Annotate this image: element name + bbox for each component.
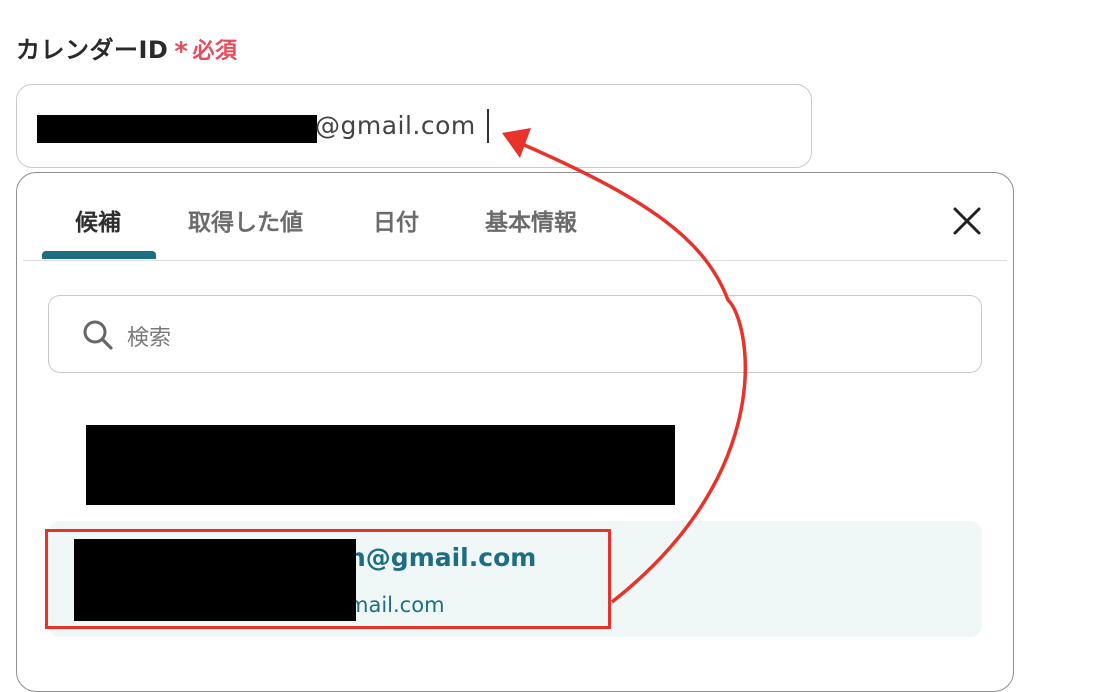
candidate-item-redacted[interactable] (86, 425, 675, 505)
calendar-id-label: カレンダーID * 必須 (16, 30, 238, 67)
text-caret (487, 109, 489, 143)
annotation-highlight-box (45, 529, 611, 629)
tab-basic-info[interactable]: 基本情報 (485, 203, 577, 237)
redacted-email-prefix (37, 115, 317, 143)
search-placeholder: 検索 (127, 326, 172, 351)
calendar-id-input-value: @gmail.com (315, 111, 476, 140)
close-icon[interactable] (951, 205, 983, 237)
search-icon (83, 320, 113, 350)
tab-candidates[interactable]: 候補 (75, 203, 121, 237)
tab-retrieved-values[interactable]: 取得した値 (188, 203, 303, 237)
calendar-id-input[interactable]: @gmail.com (16, 84, 812, 168)
required-text: 必須 (192, 39, 238, 64)
search-input[interactable]: 検索 (48, 295, 982, 373)
picker-tabs: 候補 取得した値 日付 基本情報 (17, 173, 1013, 263)
required-asterisk: * (174, 37, 189, 67)
tab-date[interactable]: 日付 (373, 203, 419, 237)
tab-divider (23, 260, 1007, 261)
calendar-id-label-text: カレンダーID (16, 36, 169, 64)
active-tab-indicator (42, 251, 156, 259)
